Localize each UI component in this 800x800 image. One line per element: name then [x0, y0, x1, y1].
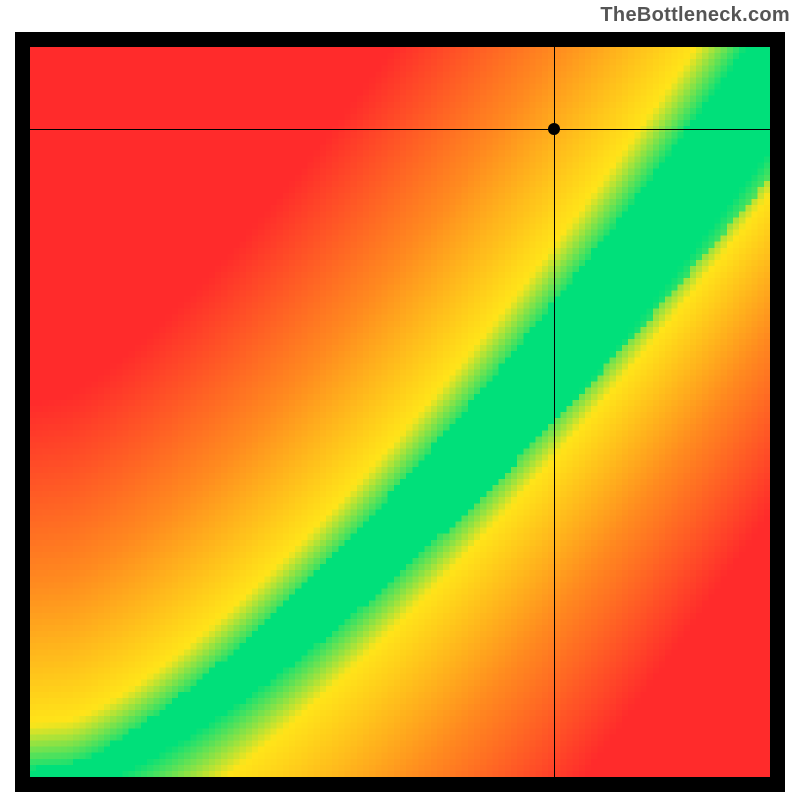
bottleneck-heatmap-canvas: [30, 47, 770, 777]
heatmap-plot-area: [30, 47, 770, 777]
crosshair-horizontal: [30, 129, 770, 130]
selection-marker-dot: [548, 123, 560, 135]
heatmap-frame: [15, 32, 785, 792]
attribution-text: TheBottleneck.com: [600, 4, 790, 27]
crosshair-vertical: [554, 47, 555, 777]
